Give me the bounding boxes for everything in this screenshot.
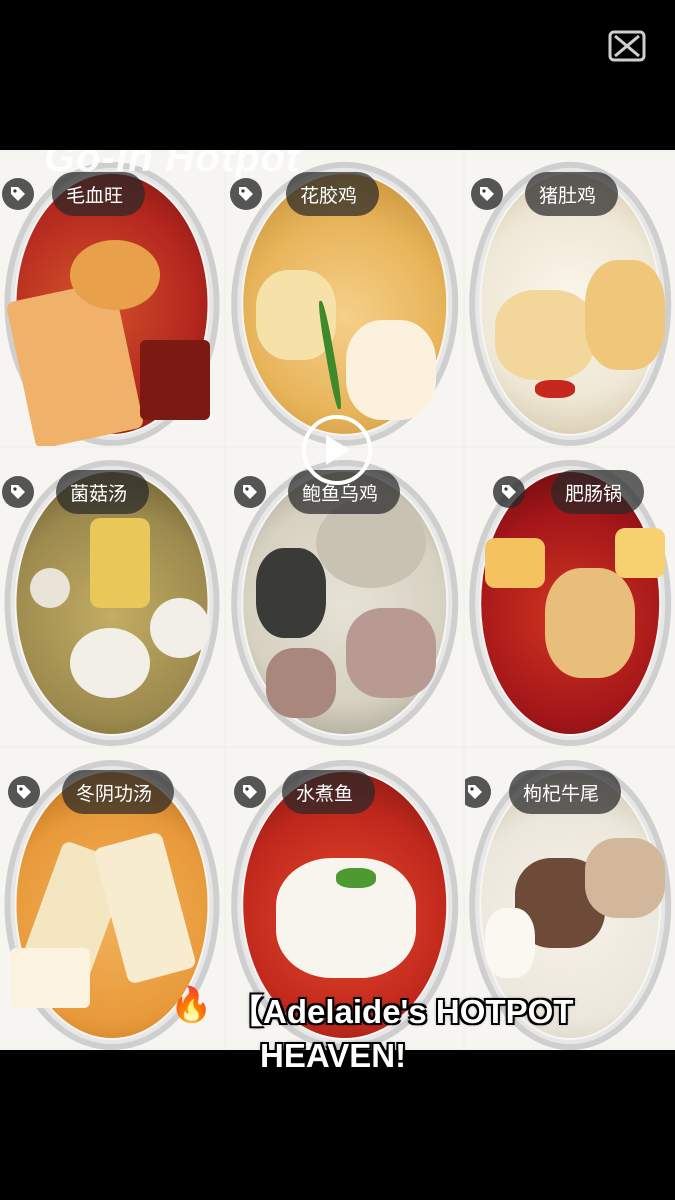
dish-label: 冬阴功汤 [76, 782, 153, 805]
dish-label: 毛血旺 [66, 184, 124, 207]
video-frame[interactable]: 毛血旺 花胶鸡 猪肚鸡 菌菇汤 鲍鱼乌鸡 肥肠锅 冬阴功汤 水煮鱼 枸杞牛尾 [0, 150, 675, 1050]
dish-tile: 鲍鱼乌鸡 [226, 448, 463, 746]
dish-label-tag: 肥肠锅 [551, 470, 645, 514]
video-caption: 【Adelaide's HOTPOT HEAVEN! [230, 990, 573, 1078]
dish-grid: 毛血旺 花胶鸡 猪肚鸡 菌菇汤 鲍鱼乌鸡 肥肠锅 冬阴功汤 水煮鱼 枸杞牛尾 [0, 150, 675, 1050]
dish-label: 花胶鸡 [300, 184, 358, 207]
dish-tile: 肥肠锅 [465, 448, 675, 746]
dish-tile: 毛血旺 [0, 150, 224, 446]
dish-label: 肥肠锅 [565, 482, 623, 505]
dish-label: 菌菇汤 [70, 482, 128, 505]
dish-label-tag: 菌菇汤 [56, 470, 150, 514]
tag-icon [471, 178, 503, 210]
caption-line-1: 【Adelaide's HOTPOT [230, 993, 574, 1030]
tag-icon [2, 476, 34, 508]
dish-label-tag: 枸杞牛尾 [509, 770, 622, 814]
tag-icon [234, 476, 266, 508]
dish-label-tag: 水煮鱼 [282, 770, 376, 814]
tag-icon [230, 178, 262, 210]
play-icon [326, 435, 350, 465]
caption-line-2: HEAVEN! [260, 1037, 407, 1074]
tag-icon [234, 776, 266, 808]
fire-icon: 🔥 [170, 985, 213, 1025]
dish-label: 枸杞牛尾 [523, 782, 600, 805]
dish-label: 水煮鱼 [296, 782, 354, 805]
tag-icon [465, 776, 491, 808]
dish-tile: 菌菇汤 [0, 448, 224, 746]
dish-label-tag: 冬阴功汤 [62, 770, 175, 814]
dish-tile: 猪肚鸡 [465, 150, 675, 446]
tag-icon [493, 476, 525, 508]
dish-label-tag: 猪肚鸡 [525, 172, 619, 216]
dish-label: 猪肚鸡 [539, 184, 597, 207]
play-button[interactable] [302, 415, 372, 485]
overlay-title: Go-In Hotpot [44, 136, 301, 180]
tag-icon [2, 178, 34, 210]
capcut-logo-icon [608, 30, 646, 62]
dish-tile: 花胶鸡 [226, 150, 463, 446]
tag-icon [8, 776, 40, 808]
